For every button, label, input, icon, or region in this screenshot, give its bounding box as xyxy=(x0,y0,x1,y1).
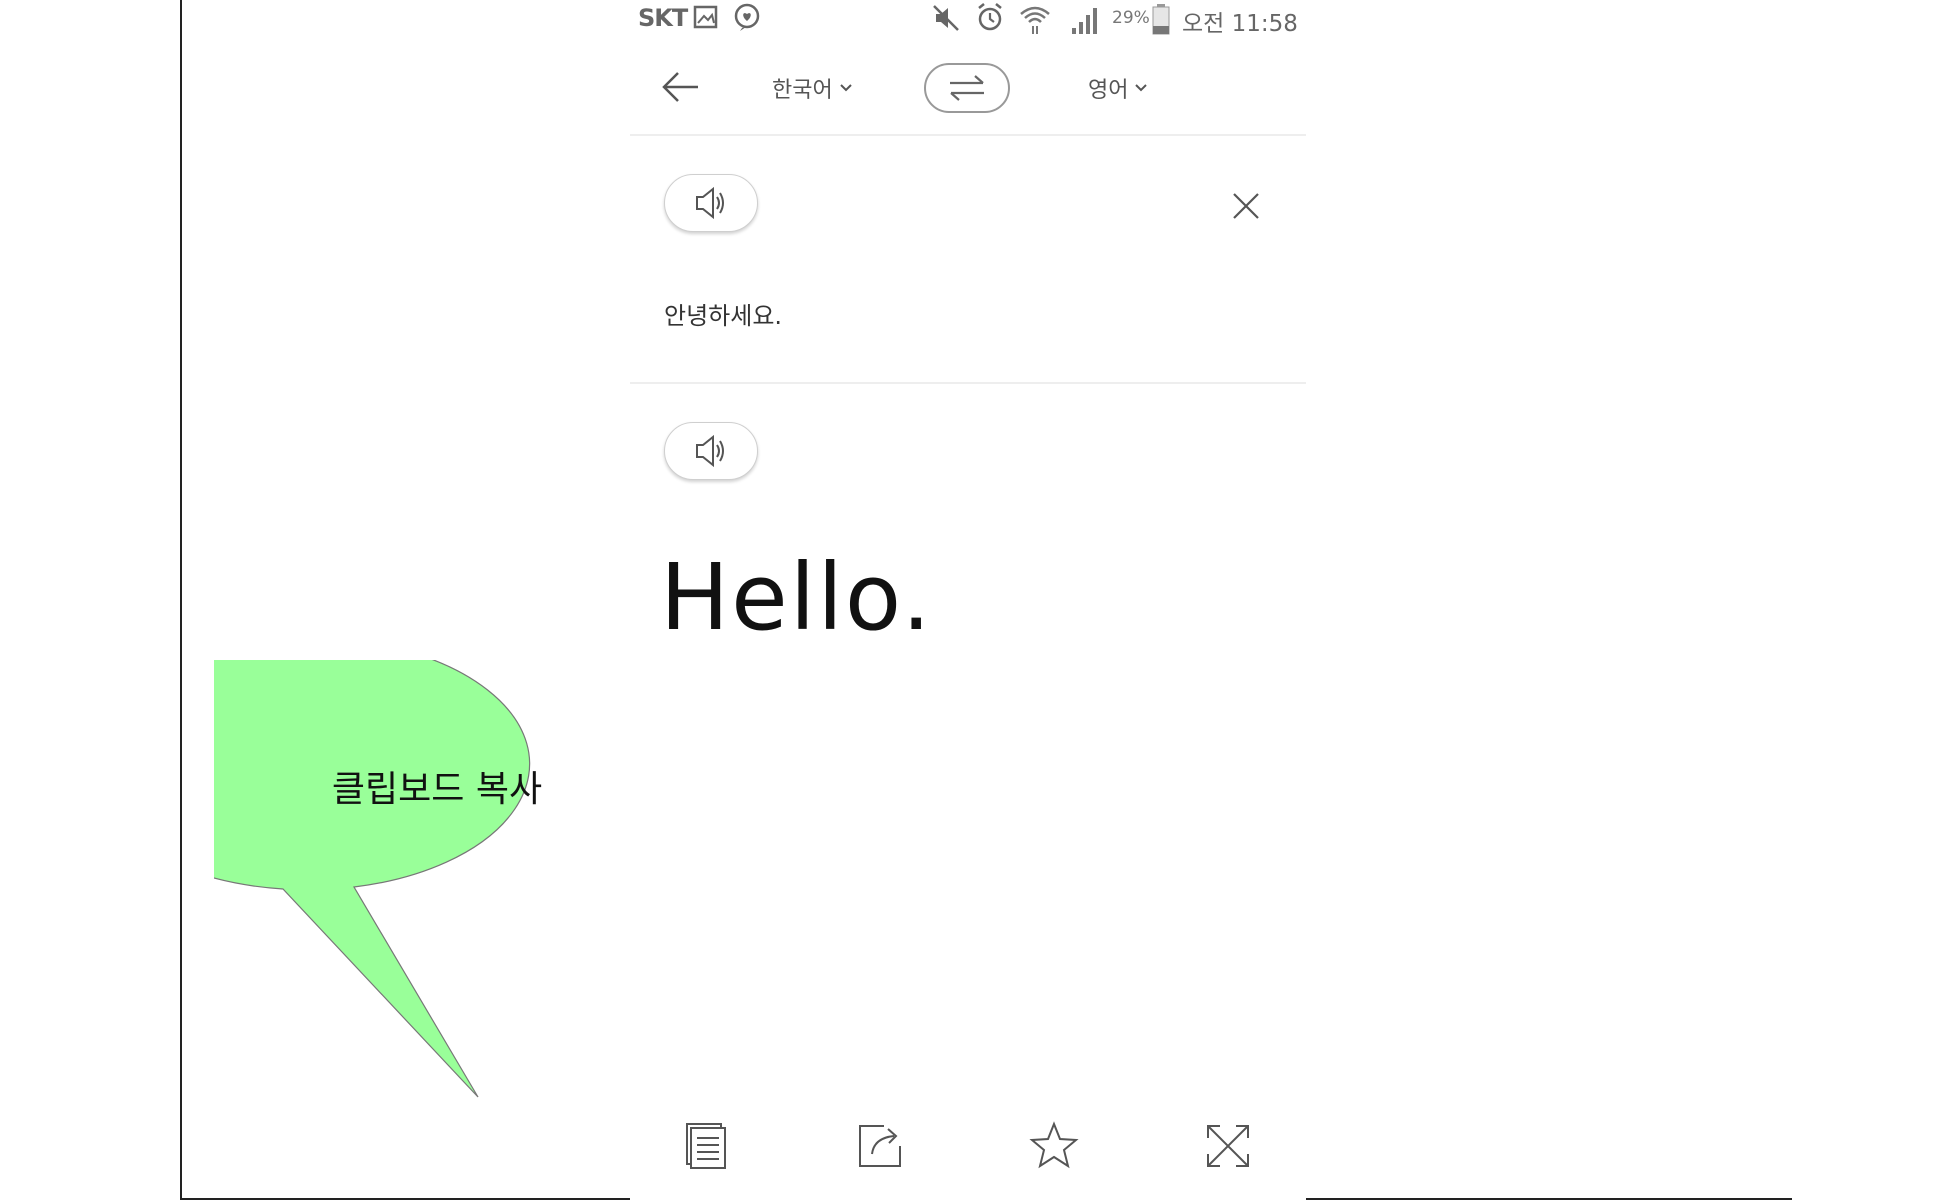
signal-icon xyxy=(1072,8,1097,34)
translator-screen: SKT 29% 오전 11:58 한국어 영어 안녕하세요. Hello. xyxy=(630,0,1306,1200)
translated-text: Hello. xyxy=(660,544,933,651)
mute-icon xyxy=(933,5,959,31)
chat-icon xyxy=(734,3,760,31)
swap-arrows-icon xyxy=(950,75,984,101)
result-panel: Hello. xyxy=(630,384,1306,1084)
target-language-selector[interactable]: 영어 xyxy=(1088,72,1148,104)
callout-label: 클립보드 복사 xyxy=(331,769,543,810)
close-icon[interactable] xyxy=(1230,190,1262,222)
source-panel: 안녕하세요. xyxy=(630,136,1306,384)
source-language-selector[interactable]: 한국어 xyxy=(772,72,853,104)
chevron-down-icon xyxy=(840,84,852,92)
favorite-icon[interactable] xyxy=(1028,1120,1080,1172)
speaker-icon xyxy=(696,186,724,220)
fullscreen-icon[interactable] xyxy=(1202,1120,1254,1172)
gallery-icon xyxy=(693,5,718,29)
result-speak-button[interactable] xyxy=(664,422,758,480)
battery-percent: 29% xyxy=(1112,8,1150,28)
swap-languages-button[interactable] xyxy=(924,63,1010,113)
share-icon[interactable] xyxy=(854,1120,906,1172)
status-bar: SKT 29% 오전 11:58 xyxy=(630,0,1306,38)
chevron-down-icon xyxy=(1135,84,1148,92)
battery-icon xyxy=(1152,4,1170,35)
alarm-icon xyxy=(978,3,1002,31)
wifi-icon xyxy=(1020,6,1050,34)
back-arrow-icon[interactable] xyxy=(660,66,702,108)
speaker-icon xyxy=(696,434,724,468)
carrier-label: SKT xyxy=(638,4,688,32)
bottom-action-bar xyxy=(630,1110,1306,1180)
source-language-label: 한국어 xyxy=(772,78,833,103)
language-toolbar: 한국어 영어 xyxy=(630,40,1306,136)
source-speak-button[interactable] xyxy=(664,174,758,232)
target-language-label: 영어 xyxy=(1088,78,1129,103)
source-text[interactable]: 안녕하세요. xyxy=(664,296,782,331)
clock-time: 오전 11:58 xyxy=(1182,11,1298,37)
copy-icon[interactable] xyxy=(680,1120,732,1172)
